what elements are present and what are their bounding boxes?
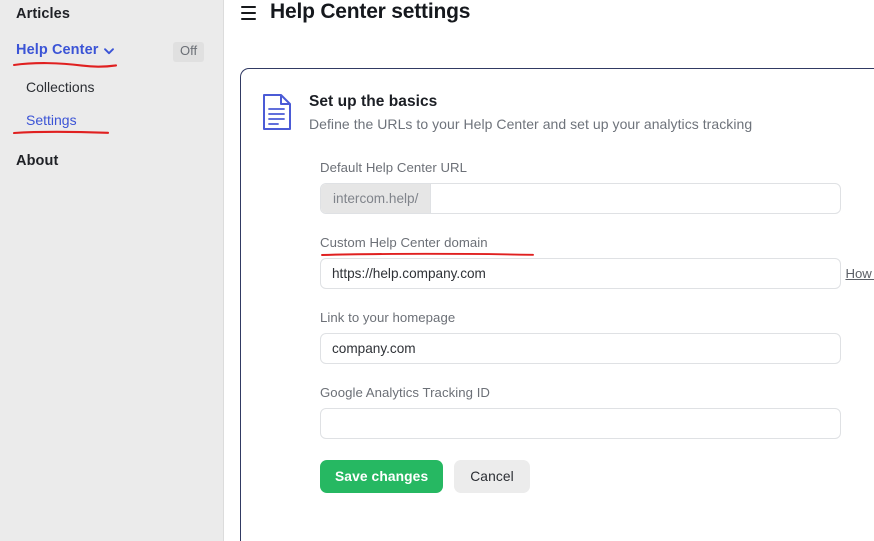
default-url-prefix: intercom.help/ [321, 184, 432, 213]
homepage-input[interactable] [320, 333, 841, 364]
analytics-input[interactable] [320, 408, 841, 439]
chevron-down-icon [103, 45, 115, 57]
card-header: Set up the basics Define the URLs to you… [241, 69, 874, 132]
default-url-input-group[interactable]: intercom.help/ [320, 183, 841, 214]
field-custom-domain: Custom Help Center domain How to set thi… [320, 235, 874, 289]
settings-card: Set up the basics Define the URLs to you… [240, 68, 874, 541]
field-default-url: Default Help Center URL intercom.help/ [320, 160, 874, 214]
main-content: Help Center settings Set up the basics D… [224, 0, 874, 541]
field-label-homepage: Link to your homepage [320, 310, 456, 325]
app-window: Articles Help Center Off Collections Set… [0, 0, 874, 541]
annotation-underline-settings [12, 128, 112, 138]
custom-domain-input[interactable] [320, 258, 841, 289]
card-subtitle: Define the URLs to your Help Center and … [309, 116, 753, 132]
card-title: Set up the basics [309, 93, 438, 110]
save-changes-button[interactable]: Save changes [320, 460, 444, 493]
sidebar-section-articles: Articles [16, 6, 70, 22]
sidebar-item-collections[interactable]: Collections [26, 79, 94, 95]
default-url-input[interactable] [431, 184, 840, 213]
field-homepage: Link to your homepage [320, 310, 874, 364]
form-actions: Save changes Cancel [320, 460, 874, 493]
field-label-custom-domain: Custom Help Center domain [320, 235, 488, 250]
field-analytics: Google Analytics Tracking ID [320, 385, 874, 439]
page-header: Help Center settings [224, 0, 874, 56]
page-title: Help Center settings [270, 0, 471, 23]
help-center-status-badge[interactable]: Off [173, 42, 205, 62]
cancel-button[interactable]: Cancel [454, 460, 530, 493]
field-label-default-url: Default Help Center URL [320, 160, 468, 175]
settings-form: Default Help Center URL intercom.help/ C… [241, 132, 874, 493]
sidebar-item-help-center-label: Help Center [16, 42, 99, 58]
sidebar-section-about: About [16, 153, 59, 169]
field-label-analytics: Google Analytics Tracking ID [320, 385, 490, 400]
how-to-set-this-up-link[interactable]: How to set this up [845, 266, 874, 281]
annotation-underline-help-center [12, 58, 120, 70]
sidebar-item-help-center[interactable]: Help Center [16, 42, 115, 58]
hamburger-menu-icon[interactable] [241, 4, 259, 22]
sidebar-item-settings[interactable]: Settings [26, 112, 77, 128]
sidebar: Articles Help Center Off Collections Set… [0, 0, 224, 541]
document-icon [261, 93, 293, 131]
